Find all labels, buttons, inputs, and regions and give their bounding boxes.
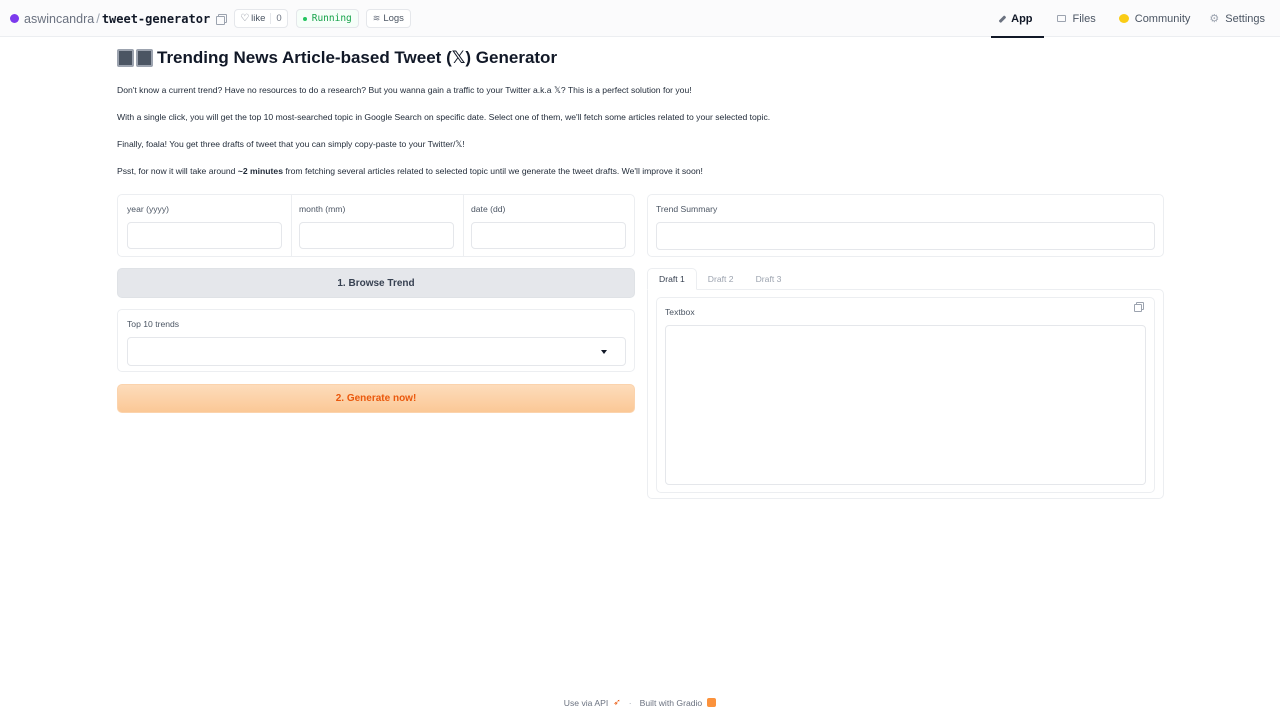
date-label: date (dd) — [471, 204, 506, 214]
textbox-label: Textbox — [665, 307, 695, 317]
draft-textbox[interactable] — [665, 325, 1146, 485]
intro-paragraph-1: Don't know a current trend? Have no reso… — [117, 85, 692, 95]
app-icon — [998, 14, 1006, 23]
like-button[interactable]: ♡ like 0 — [234, 9, 288, 28]
tab-draft-3[interactable]: Draft 3 — [745, 268, 793, 290]
tab-community-label: Community — [1134, 12, 1191, 25]
intro-paragraph-4: Psst, for now it will take around ~2 min… — [117, 166, 703, 176]
tab-community[interactable]: Community — [1107, 0, 1202, 37]
community-icon — [1118, 14, 1129, 23]
textbox-block: Textbox — [656, 297, 1155, 493]
intro-p4-post: from fetching several articles related t… — [282, 166, 703, 176]
year-label: year (yyyy) — [127, 204, 170, 214]
top-trends-panel: Top 10 trends — [117, 309, 635, 372]
month-label: month (mm) — [299, 204, 346, 214]
trend-summary-panel: Trend Summary — [647, 194, 1164, 257]
use-via-api-link[interactable]: Use via API — [564, 698, 608, 708]
date-inputs-panel: year (yyyy) month (mm) date (dd) — [117, 194, 635, 257]
intro-p4-bold: ~2 minutes — [237, 166, 283, 176]
draft-tabs: Draft 1 Draft 2 Draft 3 — [647, 268, 792, 290]
rocket-icon: ➶ — [613, 697, 621, 707]
generate-now-button[interactable]: 2. Generate now! — [117, 384, 635, 413]
intro-p4-pre: Psst, for now it will take around — [117, 166, 238, 176]
copy-icon[interactable] — [1134, 302, 1144, 312]
space-nav: App Files Community ⚙ Settings — [990, 0, 1280, 38]
footer: Use via API ➶ · Built with Gradio — [0, 697, 1280, 708]
settings-icon: ⚙ — [1209, 13, 1220, 25]
draft-panel: Textbox — [647, 289, 1164, 499]
month-input[interactable] — [299, 222, 454, 249]
heart-icon: ♡ — [240, 13, 250, 24]
files-icon — [1056, 15, 1066, 22]
repo-link[interactable]: tweet-generator — [102, 12, 210, 26]
tab-settings[interactable]: ⚙ Settings — [1201, 0, 1280, 37]
intro-paragraph-3: Finally, foala! You get three drafts of … — [117, 139, 465, 149]
top-bar: aswincandra / tweet-generator ♡ like 0 R… — [0, 0, 1280, 38]
trend-summary-output[interactable] — [656, 222, 1155, 250]
like-label: like — [251, 13, 266, 24]
month-field-group: month (mm) — [290, 195, 463, 257]
tab-draft-2[interactable]: Draft 2 — [697, 268, 745, 290]
like-count: 0 — [270, 13, 286, 24]
tab-draft-1[interactable]: Draft 1 — [647, 268, 697, 290]
top-trends-label: Top 10 trends — [127, 319, 180, 329]
path-separator: / — [96, 11, 100, 26]
copy-repo-name-icon[interactable] — [216, 13, 228, 25]
logs-button[interactable]: ≋ Logs — [365, 9, 411, 28]
top-trends-dropdown[interactable] — [127, 337, 626, 366]
computer-emoji-icon — [117, 49, 153, 67]
tab-settings-label: Settings — [1225, 12, 1265, 25]
footer-separator: · — [628, 697, 632, 708]
trend-summary-label: Trend Summary — [656, 204, 718, 214]
gradio-logo-icon — [707, 698, 717, 707]
date-field-group: date (dd) — [462, 195, 635, 257]
tab-files[interactable]: Files — [1044, 0, 1107, 37]
status-badge[interactable]: Running — [295, 9, 359, 28]
year-field-group: year (yyyy) — [118, 195, 291, 257]
date-input[interactable] — [471, 222, 626, 249]
built-with-gradio-link[interactable]: Built with Gradio — [640, 698, 703, 708]
logs-icon: ≋ — [372, 13, 381, 23]
tab-app[interactable]: App — [990, 0, 1044, 38]
space-header: aswincandra / tweet-generator ♡ like 0 R… — [10, 0, 411, 37]
browse-trend-button[interactable]: 1. Browse Trend — [117, 268, 635, 298]
user-avatar-icon — [10, 14, 19, 23]
page-title: Trending News Article-based Tweet (𝕏) Ge… — [157, 48, 558, 67]
page-title-row: Trending News Article-based Tweet (𝕏) Ge… — [117, 48, 557, 68]
chevron-down-icon — [601, 350, 607, 354]
tab-app-label: App — [1011, 12, 1033, 25]
year-input[interactable] — [127, 222, 282, 249]
intro-paragraph-2: With a single click, you will get the to… — [117, 112, 771, 122]
tab-files-label: Files — [1072, 12, 1096, 25]
status-label: Running — [311, 13, 352, 24]
status-dot-icon — [302, 16, 307, 21]
logs-label: Logs — [383, 13, 404, 24]
owner-link[interactable]: aswincandra — [24, 12, 94, 26]
